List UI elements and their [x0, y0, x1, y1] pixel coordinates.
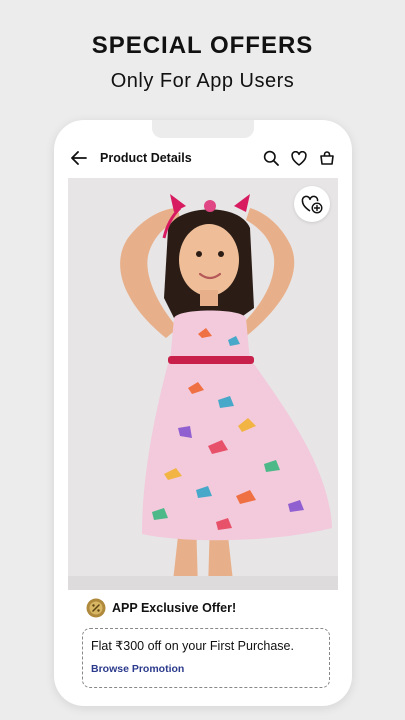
phone-frame: Product Details APP Exclusive Offer! Fla…	[54, 120, 352, 706]
offer-header: APP Exclusive Offer!	[86, 598, 236, 618]
offer-text: Flat ₹300 off on your First Purchase.	[91, 639, 294, 653]
wishlist-add-icon[interactable]	[294, 186, 330, 222]
product-image[interactable]	[68, 178, 338, 590]
offer-badge-icon	[86, 598, 106, 618]
browse-promotion-link[interactable]: Browse Promotion	[91, 663, 320, 675]
offer-card: Flat ₹300 off on your First Purchase. Br…	[82, 628, 330, 688]
bag-icon[interactable]	[316, 147, 338, 169]
page-title: Product Details	[100, 151, 192, 165]
search-icon[interactable]	[260, 147, 282, 169]
phone-notch	[152, 120, 254, 138]
promo-subtitle: Only For App Users	[110, 70, 295, 92]
heart-icon[interactable]	[288, 147, 310, 169]
offer-title: APP Exclusive Offer!	[112, 601, 237, 615]
promo-title: SPECIAL OFFERS	[91, 32, 314, 59]
back-arrow-icon[interactable]	[68, 147, 90, 169]
app-bar: Product Details	[68, 140, 338, 176]
